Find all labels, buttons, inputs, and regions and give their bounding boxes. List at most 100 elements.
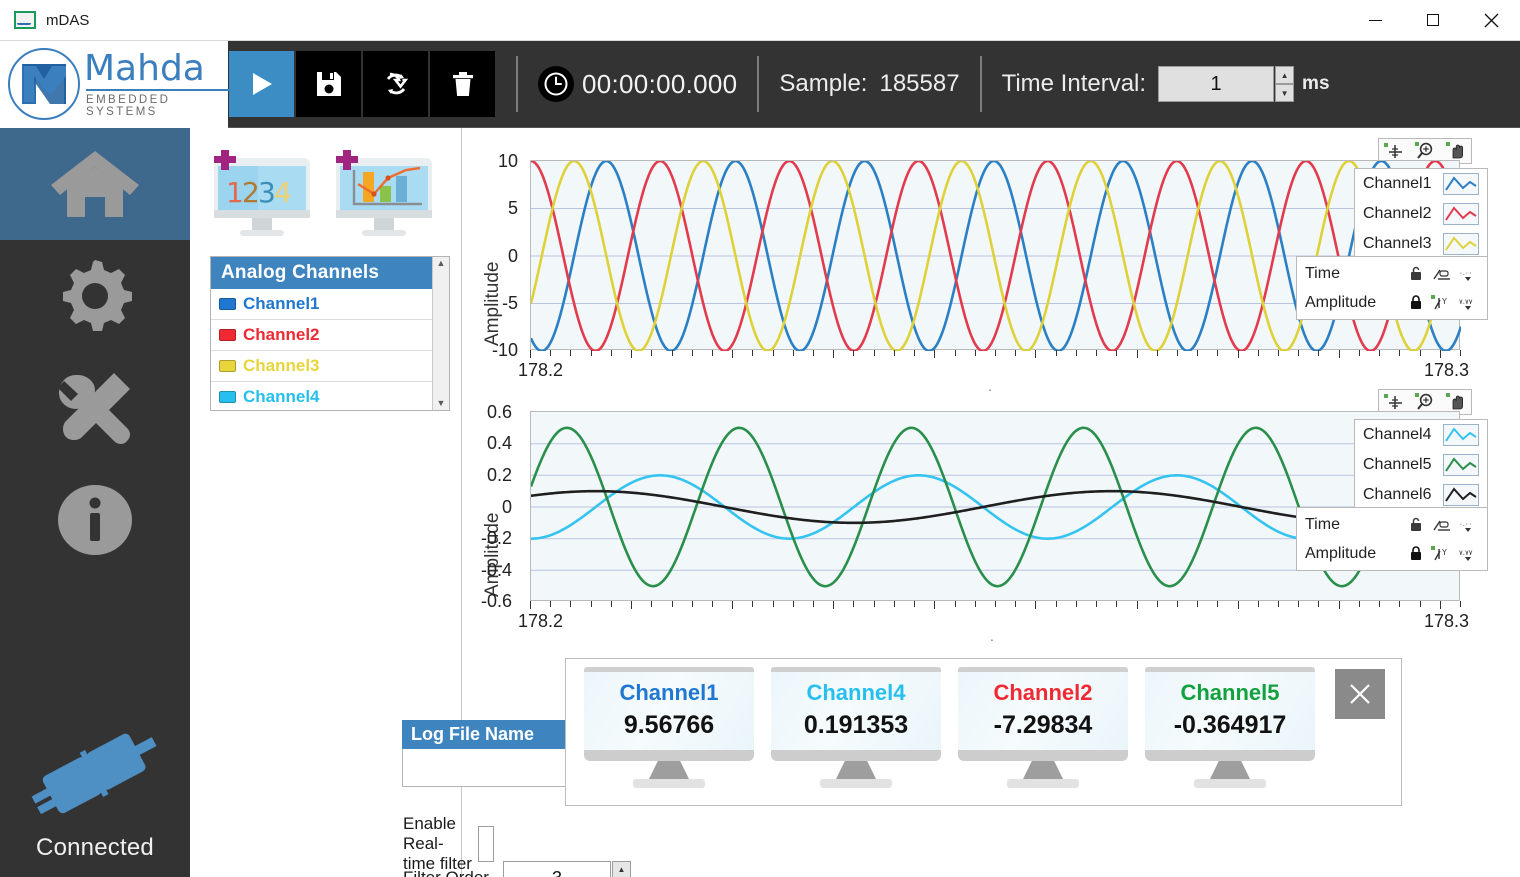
fit-x-icon[interactable] bbox=[1429, 517, 1455, 533]
delete-button[interactable] bbox=[430, 51, 495, 117]
fit-x-icon[interactable] bbox=[1429, 266, 1455, 282]
axis-tick bbox=[914, 350, 916, 356]
maximize-icon bbox=[1427, 14, 1439, 26]
channel-color-swatch bbox=[219, 298, 236, 310]
unlock-icon[interactable] bbox=[1403, 517, 1429, 533]
connection-status: Connected Device ID MA-GL16-SN16 bbox=[0, 718, 190, 877]
chart-top-legend[interactable]: Channel1 Channel2 Channel3 bbox=[1354, 168, 1488, 260]
fit-y-icon[interactable]: Y bbox=[1429, 545, 1455, 562]
close-value-panel-button[interactable] bbox=[1335, 669, 1385, 719]
filter-order-increment[interactable]: ▲ bbox=[612, 861, 631, 877]
add-numeric-display-button[interactable]: 1 2 3 4 bbox=[208, 150, 316, 242]
axis-tick bbox=[934, 350, 936, 358]
chart-bottom-ytick-2: 0.2 bbox=[486, 465, 512, 485]
format-y-icon[interactable]: ٧.٧٧ bbox=[1455, 295, 1481, 311]
filter-order-input[interactable]: 3 bbox=[503, 861, 611, 877]
pan-icon[interactable] bbox=[1443, 140, 1469, 162]
crosshair-icon[interactable] bbox=[1381, 391, 1407, 413]
chart-top-plot[interactable] bbox=[530, 160, 1461, 351]
channel-row[interactable]: Channel3 bbox=[211, 351, 432, 382]
axis-tick bbox=[550, 350, 552, 356]
sidebar-item-tools[interactable] bbox=[0, 352, 190, 464]
format-x-icon[interactable]: ٠.٠٠ bbox=[1455, 517, 1481, 533]
scroll-down-arrow[interactable]: ▼ bbox=[437, 399, 446, 408]
format-x-icon[interactable]: ٠.٠٠ bbox=[1455, 266, 1481, 282]
axis-tick bbox=[1176, 601, 1178, 607]
chart-bottom-ytick-0: 0.6 bbox=[486, 402, 512, 422]
time-interval-decrement[interactable]: ▼ bbox=[1275, 84, 1295, 102]
maximize-button[interactable] bbox=[1404, 0, 1462, 41]
legend-item[interactable]: Channel5 bbox=[1355, 450, 1487, 480]
svg-text:٠.٠٠: ٠.٠٠ bbox=[1459, 520, 1473, 528]
value-card-foot bbox=[1007, 779, 1079, 788]
realtime-filter-checkbox[interactable] bbox=[478, 826, 494, 862]
unlock-icon[interactable] bbox=[1403, 266, 1429, 282]
refresh-button[interactable] bbox=[363, 51, 428, 117]
legend-item[interactable]: Channel1 bbox=[1355, 169, 1487, 199]
chart-bottom-plot[interactable] bbox=[530, 411, 1461, 601]
sidebar-item-info[interactable] bbox=[0, 464, 190, 576]
value-card[interactable]: Channel5 -0.364917 bbox=[1145, 667, 1315, 788]
pan-icon[interactable] bbox=[1443, 391, 1469, 413]
channel-row[interactable]: Channel1 bbox=[211, 289, 432, 320]
value-card-foot bbox=[820, 779, 892, 788]
value-card[interactable]: Channel4 0.191353 bbox=[771, 667, 941, 788]
sidebar-item-home[interactable] bbox=[0, 128, 190, 240]
close-button[interactable] bbox=[1462, 0, 1520, 41]
legend-item[interactable]: Channel2 bbox=[1355, 199, 1487, 229]
legend-item[interactable]: Channel6 bbox=[1355, 480, 1487, 510]
sidebar-item-settings[interactable] bbox=[0, 240, 190, 352]
time-interval-stepper[interactable]: ▲ ▼ bbox=[1275, 66, 1295, 102]
axis-tick bbox=[1035, 350, 1037, 358]
value-card-screen: Channel4 0.191353 bbox=[771, 667, 941, 750]
start-button[interactable] bbox=[229, 51, 294, 117]
value-card-value: 9.56766 bbox=[623, 711, 715, 739]
value-card[interactable]: Channel2 -7.29834 bbox=[958, 667, 1128, 788]
axis-tick bbox=[1318, 350, 1320, 356]
value-card[interactable]: Channel1 9.56766 bbox=[584, 667, 754, 788]
svg-text:٠.٠٠: ٠.٠٠ bbox=[1459, 269, 1473, 277]
axis-tick bbox=[1015, 350, 1017, 356]
axis-tick bbox=[610, 350, 612, 356]
axis-tick bbox=[1439, 350, 1441, 358]
value-card-base bbox=[771, 750, 941, 761]
axis-tick bbox=[974, 350, 976, 356]
scroll-up-arrow[interactable]: ▲ bbox=[437, 259, 446, 268]
minimize-button[interactable] bbox=[1346, 0, 1404, 41]
app-icon bbox=[14, 11, 36, 29]
axis-tick bbox=[590, 601, 592, 607]
legend-swatch bbox=[1443, 424, 1479, 446]
window-title-bar: mDAS bbox=[0, 0, 1520, 41]
crosshair-icon[interactable] bbox=[1381, 140, 1407, 162]
channel-list-scrollbar[interactable]: ▲ ▼ bbox=[432, 257, 449, 410]
channel-row[interactable]: Channel4 bbox=[211, 382, 432, 410]
axis-tick bbox=[1460, 601, 1461, 607]
axis-tick bbox=[570, 350, 572, 356]
legend-swatch bbox=[1443, 454, 1479, 476]
zoom-icon[interactable] bbox=[1412, 140, 1438, 162]
add-chart-display-button[interactable] bbox=[330, 150, 438, 242]
axis-tick bbox=[1379, 350, 1381, 356]
legend-item[interactable]: Channel3 bbox=[1355, 229, 1487, 259]
filter-order-stepper[interactable]: ▲ ▼ bbox=[612, 861, 631, 877]
axis-tick bbox=[1257, 350, 1259, 356]
trash-icon bbox=[452, 72, 473, 96]
chart-bottom-legend[interactable]: Channel4 Channel5 Channel6 bbox=[1354, 419, 1488, 511]
legend-item[interactable]: Channel4 bbox=[1355, 420, 1487, 450]
legend-label: Channel1 bbox=[1363, 175, 1432, 192]
lock-icon[interactable] bbox=[1403, 545, 1429, 562]
format-y-icon[interactable]: ٧.٧٧ bbox=[1455, 546, 1481, 562]
value-card-foot bbox=[1194, 779, 1266, 788]
fit-y-icon[interactable]: Y bbox=[1429, 294, 1455, 311]
axis-tick bbox=[995, 601, 996, 607]
channel-row[interactable]: Channel2 bbox=[211, 320, 432, 351]
axis-tick bbox=[1197, 601, 1199, 607]
time-interval-increment[interactable]: ▲ bbox=[1275, 66, 1295, 84]
axis-tick bbox=[1358, 601, 1360, 607]
plug-connected-icon bbox=[0, 718, 190, 828]
lock-icon[interactable] bbox=[1403, 294, 1429, 311]
axis-tick bbox=[772, 350, 774, 356]
time-interval-input[interactable]: 1 bbox=[1158, 66, 1275, 102]
save-button[interactable] bbox=[296, 51, 361, 117]
zoom-icon[interactable] bbox=[1412, 391, 1438, 413]
